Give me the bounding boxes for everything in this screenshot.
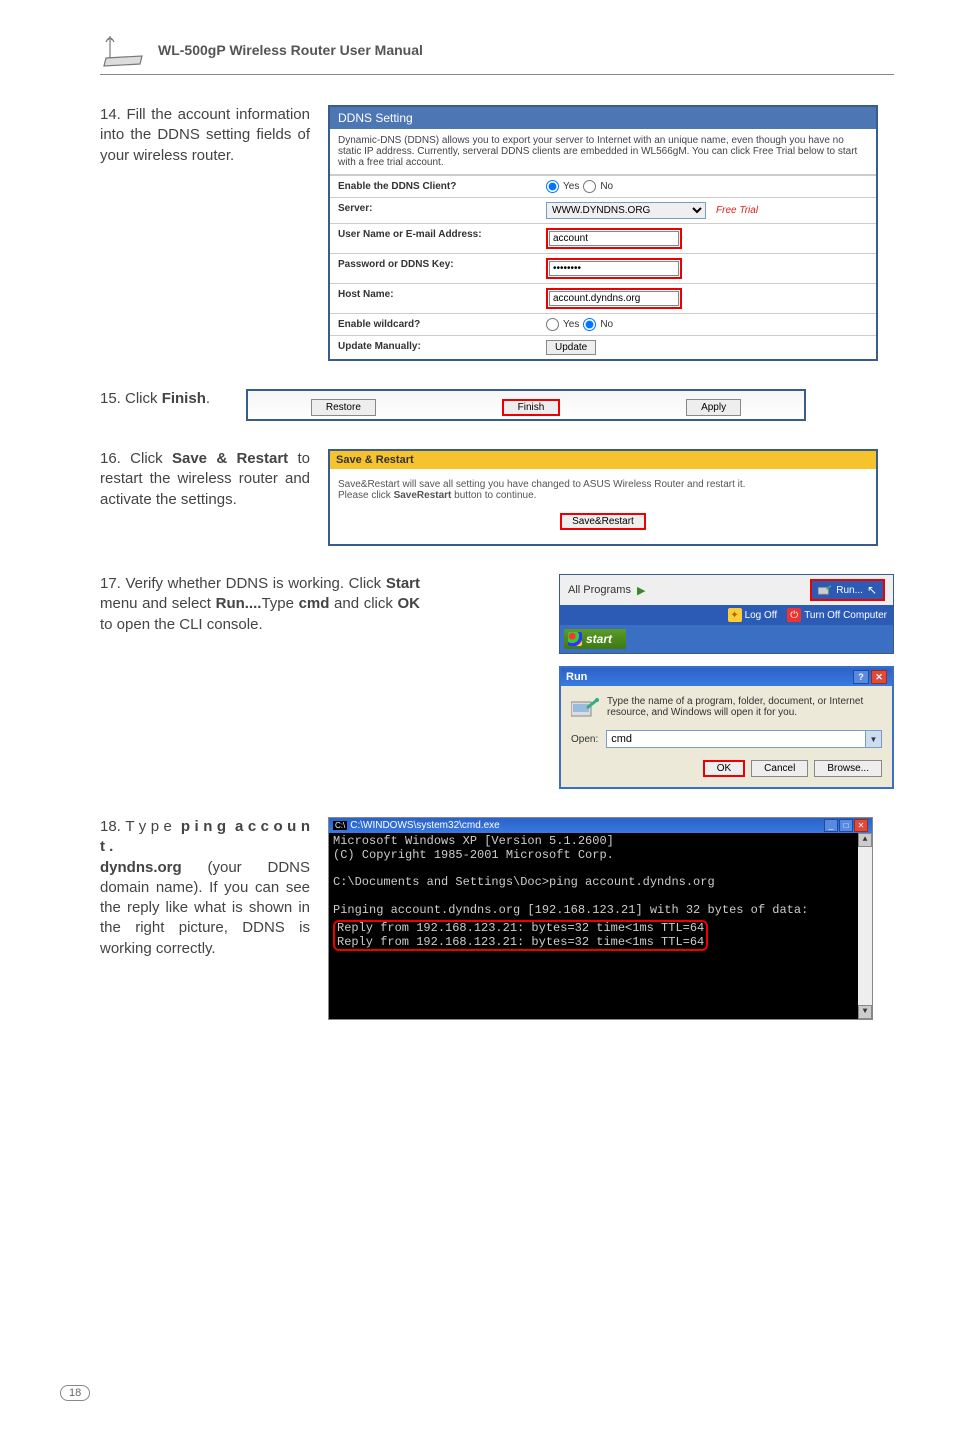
close-icon[interactable]: ✕ xyxy=(854,819,868,832)
ddns-title: DDNS Setting xyxy=(330,107,876,129)
minimize-icon[interactable]: _ xyxy=(824,819,838,832)
update-manually-label: Update Manually: xyxy=(330,336,540,359)
wildcard-no-radio[interactable] xyxy=(583,318,596,331)
run-dialog: Run ? ✕ Type the name of a program, fold… xyxy=(559,666,894,789)
server-label: Server: xyxy=(330,198,540,223)
run-dialog-icon xyxy=(571,696,599,720)
step17-text: 17. Verify whether DDNS is working. Clic… xyxy=(100,574,420,635)
save-restart-button[interactable]: Save&Restart xyxy=(560,513,646,530)
hostname-label: Host Name: xyxy=(330,284,540,313)
start-menu: All Programs ▶ Run... ↖ ✦Log Off ⏻Turn O… xyxy=(559,574,894,654)
save-restart-desc2: Please click SaveRestart button to conti… xyxy=(338,490,868,501)
server-select[interactable]: WWW.DYNDNS.ORG xyxy=(546,202,706,219)
save-restart-panel: Save & Restart Save&Restart will save al… xyxy=(328,449,878,546)
save-restart-desc1: Save&Restart will save all setting you h… xyxy=(338,479,868,490)
close-icon[interactable]: ✕ xyxy=(871,670,887,684)
username-label: User Name or E-mail Address: xyxy=(330,224,540,253)
log-off-button[interactable]: ✦Log Off xyxy=(728,608,778,622)
ddns-description: Dynamic-DNS (DDNS) allows you to export … xyxy=(330,129,876,175)
run-dialog-title: Run xyxy=(566,671,587,683)
wildcard-label: Enable wildcard? xyxy=(330,314,540,335)
ddns-panel: DDNS Setting Dynamic-DNS (DDNS) allows y… xyxy=(328,105,878,361)
cmd-output: Microsoft Windows XP [Version 5.1.2600] … xyxy=(329,833,872,1019)
maximize-icon[interactable]: □ xyxy=(839,819,853,832)
step16-text: 16. Click Save & Restart to restart the … xyxy=(100,449,310,510)
open-combobox[interactable]: ▼ xyxy=(606,730,882,748)
wildcard-yes-radio[interactable] xyxy=(546,318,559,331)
start-button[interactable]: start xyxy=(564,629,626,649)
play-icon: ▶ xyxy=(637,584,645,597)
scrollbar[interactable]: ▲▼ xyxy=(858,833,872,1019)
page-header: WL-500gP Wireless Router User Manual xyxy=(100,30,894,75)
open-input[interactable] xyxy=(607,731,865,747)
cmd-window: C:\C:\WINDOWS\system32\cmd.exe _ □ ✕ Mic… xyxy=(328,817,873,1020)
turn-off-button[interactable]: ⏻Turn Off Computer xyxy=(787,608,887,622)
enable-ddns-yes-radio[interactable] xyxy=(546,180,559,193)
run-dialog-desc: Type the name of a program, folder, docu… xyxy=(607,696,882,718)
ok-button[interactable]: OK xyxy=(703,760,745,777)
page-number: 18 xyxy=(60,1385,90,1401)
finish-toolbar: Restore Finish Apply xyxy=(246,389,806,421)
hostname-input[interactable] xyxy=(549,291,679,306)
username-input[interactable] xyxy=(549,231,679,246)
free-trial-link[interactable]: Free Trial xyxy=(716,205,758,216)
apply-button[interactable]: Apply xyxy=(686,399,741,416)
step14-text: 14. Fill the account information into th… xyxy=(100,105,310,166)
restore-button[interactable]: Restore xyxy=(311,399,376,416)
step15-text: 15. Click Finish. xyxy=(100,389,228,409)
router-icon xyxy=(100,30,148,70)
enable-ddns-no-radio[interactable] xyxy=(583,180,596,193)
chevron-down-icon[interactable]: ▼ xyxy=(865,731,881,747)
update-button[interactable]: Update xyxy=(546,340,596,355)
cancel-button[interactable]: Cancel xyxy=(751,760,808,777)
enable-ddns-label: Enable the DDNS Client? xyxy=(330,176,540,197)
open-label: Open: xyxy=(571,734,598,745)
cmd-title-text: C:\WINDOWS\system32\cmd.exe xyxy=(350,820,499,831)
all-programs-label[interactable]: All Programs xyxy=(568,584,631,596)
step18-text: 18. T y p e p i n g a c c o u n t .dyndn… xyxy=(100,817,310,959)
password-label: Password or DDNS Key: xyxy=(330,254,540,283)
save-restart-title: Save & Restart xyxy=(330,451,876,469)
finish-button[interactable]: Finish xyxy=(502,399,561,416)
header-title: WL-500gP Wireless Router User Manual xyxy=(158,42,423,58)
password-input[interactable] xyxy=(549,261,679,276)
cursor-icon: ↖ xyxy=(867,583,877,597)
browse-button[interactable]: Browse... xyxy=(814,760,882,777)
run-menu-item[interactable]: Run... ↖ xyxy=(810,579,885,601)
help-icon[interactable]: ? xyxy=(853,670,869,684)
